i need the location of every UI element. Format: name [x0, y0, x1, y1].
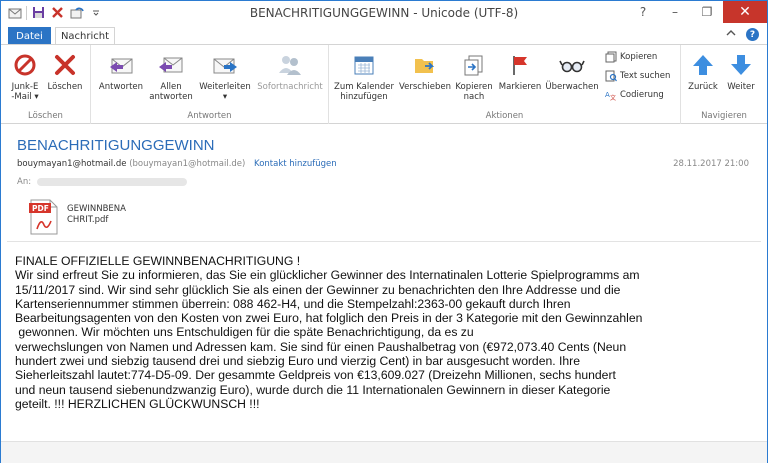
ribbon-tabs: Datei Nachricht ? [1, 25, 767, 45]
pdf-icon-label: PDF [32, 204, 49, 213]
instant-message-icon [275, 50, 305, 80]
copy-to-label: Kopieren nach [455, 82, 493, 102]
message-body: FINALE OFFIZIELLE GEWINNBENACHRITIGUNG !… [7, 241, 761, 439]
sender-line: bouymayan1@hotmail.de (bouymayan1@hotmai… [17, 159, 337, 169]
next-button[interactable]: Weiter [723, 50, 759, 92]
add-contact-link[interactable]: Kontakt hinzufügen [254, 159, 337, 169]
help-icon[interactable]: ? [746, 28, 759, 41]
instant-message-label: Sofortnachricht [257, 82, 323, 92]
copy-label: Kopieren [620, 52, 658, 62]
encoding-button[interactable]: A文 Codierung [605, 89, 664, 101]
message-subject: BENACHRITIGUNGGEWINN [17, 137, 215, 154]
delete-button[interactable]: Löschen [47, 50, 83, 92]
glasses-icon [557, 50, 587, 80]
copy-to-icon [459, 50, 489, 80]
add-to-calendar-button[interactable]: Zum Kalender hinzufügen [333, 50, 395, 102]
find-text-icon [605, 70, 617, 82]
flag-label: Markieren [498, 82, 542, 92]
reply-icon [106, 50, 136, 80]
forward-label: Weiterleiten ▾ [199, 82, 251, 102]
group-delete-label: Löschen [28, 111, 63, 121]
junk-icon [10, 50, 40, 80]
group-respond-label: Antworten [187, 111, 232, 121]
recipient-line: An: [17, 177, 188, 187]
junk-button[interactable]: Junk-E -Mail ▾ [9, 50, 41, 102]
delete-icon [50, 50, 80, 80]
encoding-icon: A文 [605, 91, 616, 101]
minimize-button[interactable]: – [659, 1, 691, 23]
flag-button[interactable]: Markieren [495, 50, 545, 92]
group-actions-label: Aktionen [485, 111, 524, 121]
reply-all-button[interactable]: Allen antworten [145, 50, 197, 102]
copy-icon [605, 51, 617, 63]
reply-label: Antworten [98, 82, 144, 92]
previous-label: Zurück [688, 82, 718, 92]
collapse-ribbon-icon[interactable] [726, 29, 736, 40]
attachment-name: GEWINNBENA CHRIT.pdf [67, 204, 126, 225]
group-navigate: Zurück Weiter Navigieren [681, 45, 767, 124]
attachment[interactable]: PDF GEWINNBENA CHRIT.pdf [29, 199, 126, 235]
help-window-button[interactable]: ? [627, 1, 659, 23]
add-to-calendar-label: Zum Kalender hinzufügen [334, 82, 394, 102]
group-delete: Junk-E -Mail ▾ Löschen Löschen [1, 45, 91, 124]
group-actions: Zum Kalender hinzufügen Verschieben Kopi… [329, 45, 681, 124]
forward-button[interactable]: Weiterleiten ▾ [195, 50, 255, 102]
move-label: Verschieben [399, 82, 451, 92]
monitor-label: Überwachen [545, 82, 599, 92]
previous-button[interactable]: Zurück [685, 50, 721, 92]
copy-button[interactable]: Kopieren [605, 51, 657, 63]
message-header: BENACHRITIGUNGGEWINN bouymayan1@hotmail.… [7, 125, 761, 237]
forward-icon [210, 50, 240, 80]
move-folder-icon [410, 50, 440, 80]
instant-message-button[interactable]: Sofortnachricht [255, 50, 325, 92]
pdf-file-icon: PDF [29, 199, 58, 235]
svg-text:文: 文 [610, 94, 616, 101]
title-bar: BENACHRITIGUNGGEWINN - Unicode (UTF-8) ?… [1, 1, 767, 25]
arrow-down-icon [726, 50, 756, 80]
sender-display: (bouymayan1@hotmail.de) [129, 159, 246, 169]
tabs-right-controls: ? [726, 28, 759, 41]
restore-button[interactable]: ❐ [691, 1, 723, 23]
sender-email[interactable]: bouymayan1@hotmail.de [17, 159, 127, 169]
footer-bar [1, 441, 767, 463]
group-respond: Antworten Allen antworten Weiterleiten ▾… [91, 45, 329, 124]
window-controls: ? – ❐ ✕ [627, 1, 767, 23]
move-button[interactable]: Verschieben [399, 50, 451, 92]
find-text-button[interactable]: Text suchen [605, 70, 670, 82]
ribbon: Junk-E -Mail ▾ Löschen Löschen Antworten [1, 44, 767, 124]
reply-all-icon [156, 50, 186, 80]
redacted-recipient [37, 178, 188, 186]
tab-message[interactable]: Nachricht [55, 27, 115, 45]
group-navigate-label: Navigieren [701, 111, 747, 121]
next-label: Weiter [727, 82, 755, 92]
close-button[interactable]: ✕ [723, 1, 767, 23]
delete-label: Löschen [47, 82, 83, 92]
monitor-button[interactable]: Überwachen [545, 50, 599, 92]
message-text: FINALE OFFIZIELLE GEWINNBENACHRITIGUNG !… [15, 254, 643, 411]
flag-icon [505, 50, 535, 80]
reply-button[interactable]: Antworten [95, 50, 147, 92]
tab-file[interactable]: Datei [8, 27, 51, 45]
message-window: BENACHRITIGUNGGEWINN - Unicode (UTF-8) ?… [0, 0, 768, 463]
calendar-icon [349, 50, 379, 80]
copy-to-button[interactable]: Kopieren nach [453, 50, 495, 102]
encoding-label: Codierung [620, 90, 664, 100]
arrow-up-icon [688, 50, 718, 80]
message-date: 28.11.2017 21:00 [673, 159, 749, 169]
to-label: An: [17, 177, 32, 187]
junk-label: Junk-E -Mail ▾ [11, 82, 39, 102]
find-text-label: Text suchen [620, 71, 671, 81]
reply-all-label: Allen antworten [149, 82, 193, 102]
